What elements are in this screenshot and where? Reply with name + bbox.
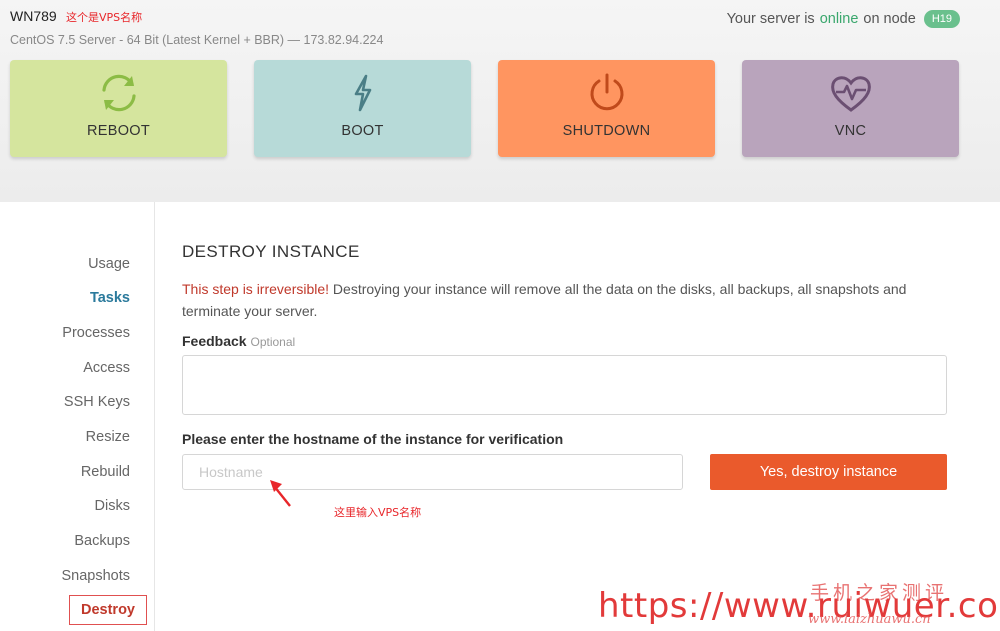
feedback-optional: Optional: [250, 335, 296, 349]
sidebar-item-processes[interactable]: Processes: [62, 325, 130, 341]
server-name-annotation: 这个是VPS名称: [66, 11, 143, 24]
annotation-arrow-icon: [262, 474, 296, 515]
lightning-icon: [348, 72, 378, 114]
power-icon: [586, 72, 628, 114]
shutdown-button[interactable]: SHUTDOWN: [498, 60, 715, 157]
watermark-sub: www.laizhuawu.cn: [808, 612, 931, 627]
status-prefix: Your server is: [726, 11, 815, 27]
feedback-label: Feedback Optional: [182, 333, 295, 349]
sidebar-item-tasks[interactable]: Tasks: [90, 290, 130, 306]
vnc-label: VNC: [834, 123, 867, 139]
destroy-warning: This step is irreversible! Destroying yo…: [182, 278, 952, 322]
sidebar-item-disks[interactable]: Disks: [95, 498, 130, 514]
sidebar-item-destroy[interactable]: Destroy: [69, 595, 147, 625]
sidebar-item-usage[interactable]: Usage: [88, 256, 130, 272]
feedback-label-text: Feedback: [182, 333, 247, 349]
sidebar-item-rebuild[interactable]: Rebuild: [81, 464, 130, 480]
status-online: online: [819, 11, 859, 27]
status-mid: on node: [863, 11, 916, 27]
server-info: CentOS 7.5 Server - 64 Bit (Latest Kerne…: [10, 33, 384, 47]
warning-highlight: This step is irreversible!: [182, 281, 330, 297]
server-header: WN789 这个是VPS名称 CentOS 7.5 Server - 64 Bi…: [0, 0, 1000, 202]
server-status: Your server is online on node H19: [727, 10, 960, 28]
server-name: WN789: [10, 8, 57, 24]
page-title: DESTROY INSTANCE: [182, 242, 360, 261]
sidebar-item-ssh-keys[interactable]: SSH Keys: [64, 394, 130, 410]
sidebar-item-resize[interactable]: Resize: [86, 429, 130, 445]
heart-pulse-icon: [827, 72, 875, 114]
hostname-input[interactable]: [182, 454, 683, 490]
reboot-button[interactable]: REBOOT: [10, 60, 227, 157]
hostname-label-text: Please enter the hostname of the instanc…: [182, 431, 564, 447]
boot-button[interactable]: BOOT: [254, 60, 471, 157]
sidebar-item-backups[interactable]: Backups: [74, 533, 130, 549]
reboot-label: REBOOT: [86, 123, 151, 139]
feedback-textarea[interactable]: [182, 355, 947, 415]
destroy-instance-button[interactable]: Yes, destroy instance: [710, 454, 947, 490]
sidebar-nav: Usage Tasks Processes Access SSH Keys Re…: [0, 202, 155, 631]
vnc-button[interactable]: VNC: [742, 60, 959, 157]
node-badge: H19: [923, 10, 960, 28]
refresh-icon: [96, 72, 142, 114]
sidebar-item-snapshots[interactable]: Snapshots: [61, 568, 130, 584]
hostname-annotation: 这里输入VPS名称: [334, 506, 422, 519]
boot-label: BOOT: [341, 123, 384, 139]
watermark-url: https://www.ruiwuer.com: [598, 586, 1000, 626]
sidebar-item-access[interactable]: Access: [83, 360, 130, 376]
hostname-label: Please enter the hostname of the instanc…: [182, 431, 563, 447]
shutdown-label: SHUTDOWN: [562, 123, 651, 139]
